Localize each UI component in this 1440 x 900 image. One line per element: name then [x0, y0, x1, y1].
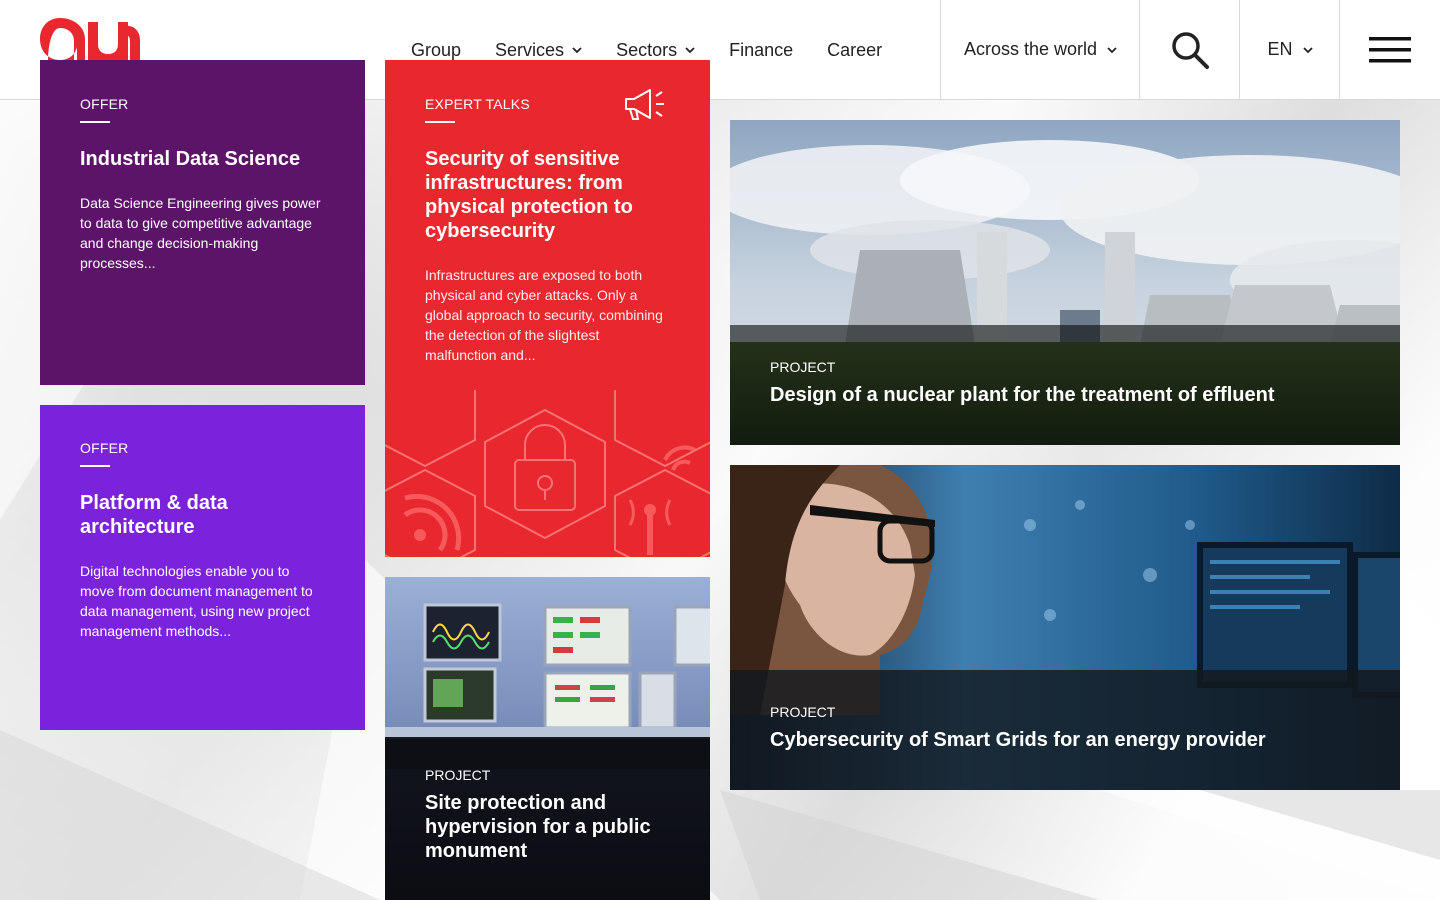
card-description: Digital technologies enable you to move …: [80, 563, 313, 639]
hamburger-menu-button[interactable]: [1339, 0, 1440, 99]
card-title: Platform & data architecture: [80, 492, 228, 538]
nav-services[interactable]: Services: [495, 38, 582, 62]
project-caption: PROJECT Design of a nuclear plant for th…: [730, 325, 1400, 445]
project-card-nuclear-plant[interactable]: PROJECT Design of a nuclear plant for th…: [730, 120, 1400, 445]
tag-underline: [80, 121, 110, 123]
hamburger-icon: [1369, 36, 1411, 62]
project-card-smart-grids[interactable]: PROJECT Cybersecurity of Smart Grids for…: [730, 465, 1400, 790]
security-hexagon-illustration: [385, 390, 710, 557]
card-title: Industrial Data Science: [80, 148, 301, 170]
project-tag: PROJECT: [770, 359, 836, 375]
nav-career-label: Career: [827, 39, 883, 60]
project-caption: PROJECT Site protection and hypervision …: [385, 737, 710, 900]
project-tag: PROJECT: [425, 767, 491, 783]
language-label: EN: [1267, 39, 1293, 59]
tag-underline: [80, 465, 110, 467]
card-tag: OFFER: [80, 96, 129, 112]
card-title: Security of sensitive infrastructures: f…: [425, 148, 633, 242]
card-industrial-data-science[interactable]: OFFER Industrial Data Science Data Scien…: [40, 60, 365, 385]
project-title: Cybersecurity of Smart Grids for an ener…: [770, 729, 1266, 751]
card-tag: OFFER: [80, 440, 129, 456]
nav-finance[interactable]: Finance: [729, 38, 793, 62]
project-title: Design of a nuclear plant for the treatm…: [770, 384, 1275, 406]
nav-sectors[interactable]: Sectors: [616, 38, 695, 62]
chevron-down-icon: [1302, 46, 1313, 53]
nav-career[interactable]: Career: [827, 38, 882, 62]
project-card-monument[interactable]: PROJECT Site protection and hypervision …: [385, 577, 710, 900]
card-expert-talks-security[interactable]: EXPERT TALKS Security of sensitive infra…: [385, 60, 710, 557]
across-world-label: Across the world: [963, 39, 1098, 59]
chevron-down-icon: [685, 47, 695, 54]
search-icon: [1172, 31, 1209, 69]
card-description: Infrastructures are exposed to both phys…: [425, 267, 663, 363]
main-nav: Group Services Sectors Finance Career: [411, 38, 916, 62]
card-tag: EXPERT TALKS: [425, 96, 530, 112]
nav-finance-label: Finance: [729, 39, 794, 60]
project-tag: PROJECT: [770, 704, 836, 720]
company-logo[interactable]: [38, 14, 142, 60]
language-selector[interactable]: EN: [1239, 0, 1340, 99]
search-button[interactable]: [1139, 0, 1240, 99]
chevron-down-icon: [1107, 46, 1117, 53]
card-platform-data-architecture[interactable]: OFFER Platform & data architecture Digit…: [40, 405, 365, 730]
across-world-dropdown[interactable]: Across the world: [940, 0, 1140, 99]
tag-underline: [425, 121, 455, 123]
nav-group[interactable]: Group: [411, 38, 461, 62]
project-title: Site protection and hypervision for a pu…: [425, 792, 651, 862]
project-caption: PROJECT Cybersecurity of Smart Grids for…: [730, 670, 1400, 790]
nav-services-label: Services: [495, 39, 565, 60]
nav-group-label: Group: [411, 39, 462, 60]
card-description: Data Science Engineering gives power to …: [80, 195, 321, 271]
chevron-down-icon: [572, 47, 582, 54]
nav-sectors-label: Sectors: [616, 39, 678, 60]
